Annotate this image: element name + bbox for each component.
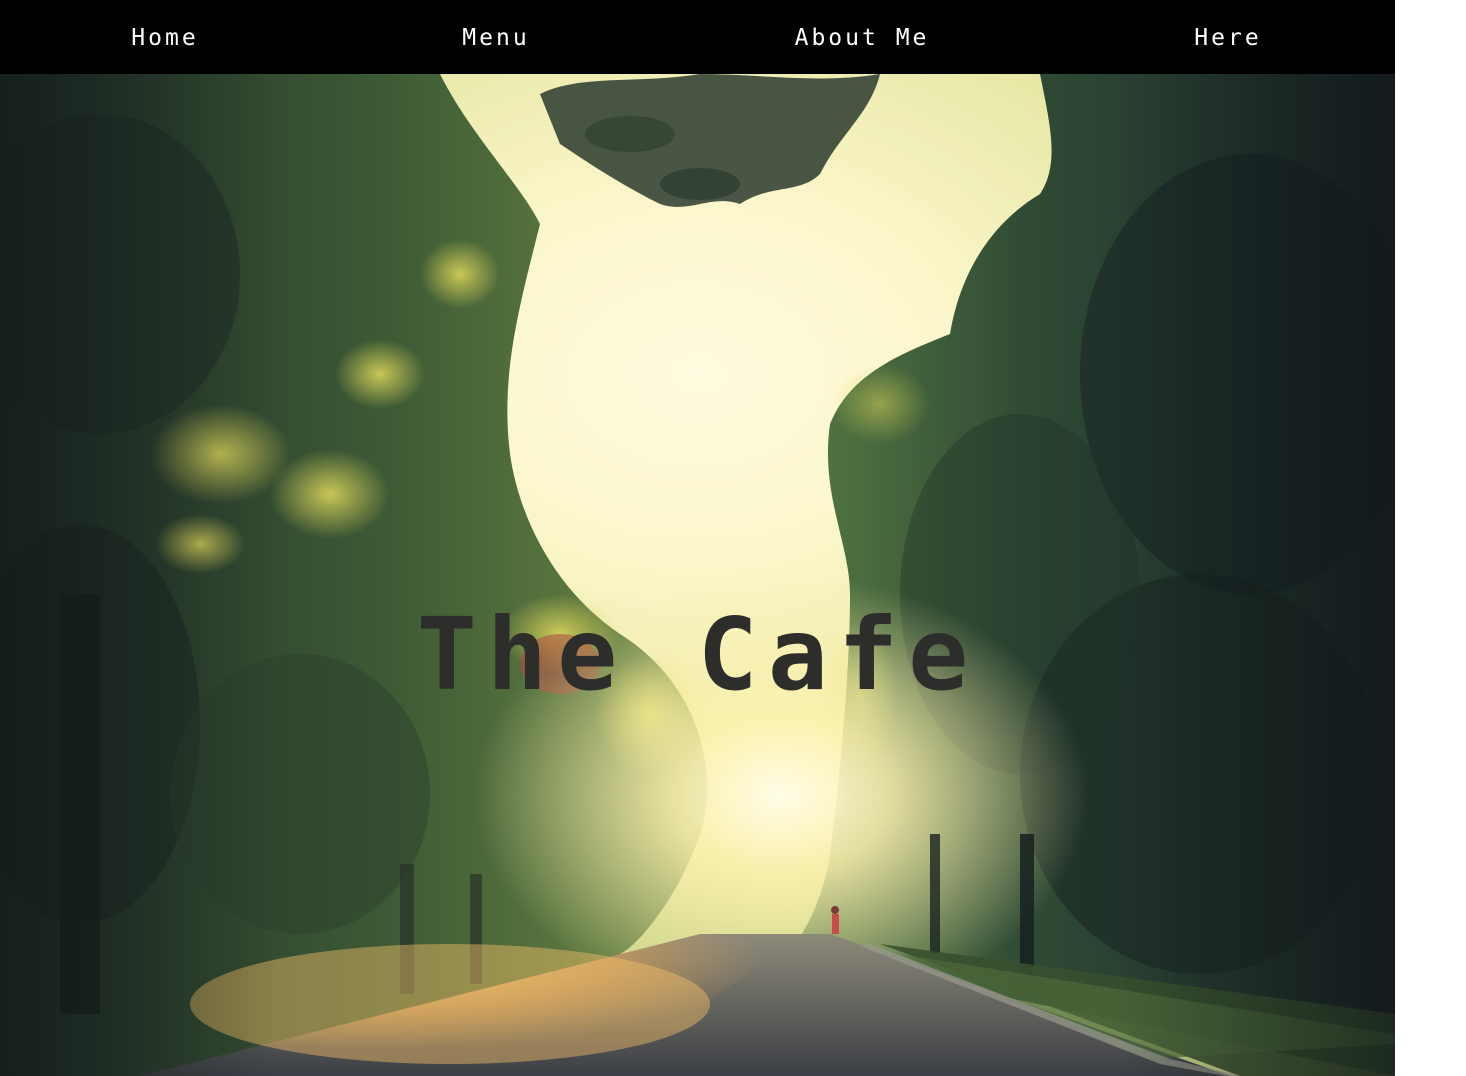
top-navigation-bar: Home Menu About Me Here <box>0 0 1395 74</box>
hero-title: The Cafe <box>416 596 979 713</box>
nav-link-menu[interactable]: Menu <box>462 0 529 74</box>
nav-link-about-me[interactable]: About Me <box>795 0 930 74</box>
hero-background-image <box>0 74 1395 1076</box>
nav-link-here[interactable]: Here <box>1194 0 1261 74</box>
hero-section: The Cafe <box>0 74 1395 1076</box>
nav-link-home[interactable]: Home <box>131 0 198 74</box>
page: Home Menu About Me Here The Cafe <box>0 0 1395 1076</box>
